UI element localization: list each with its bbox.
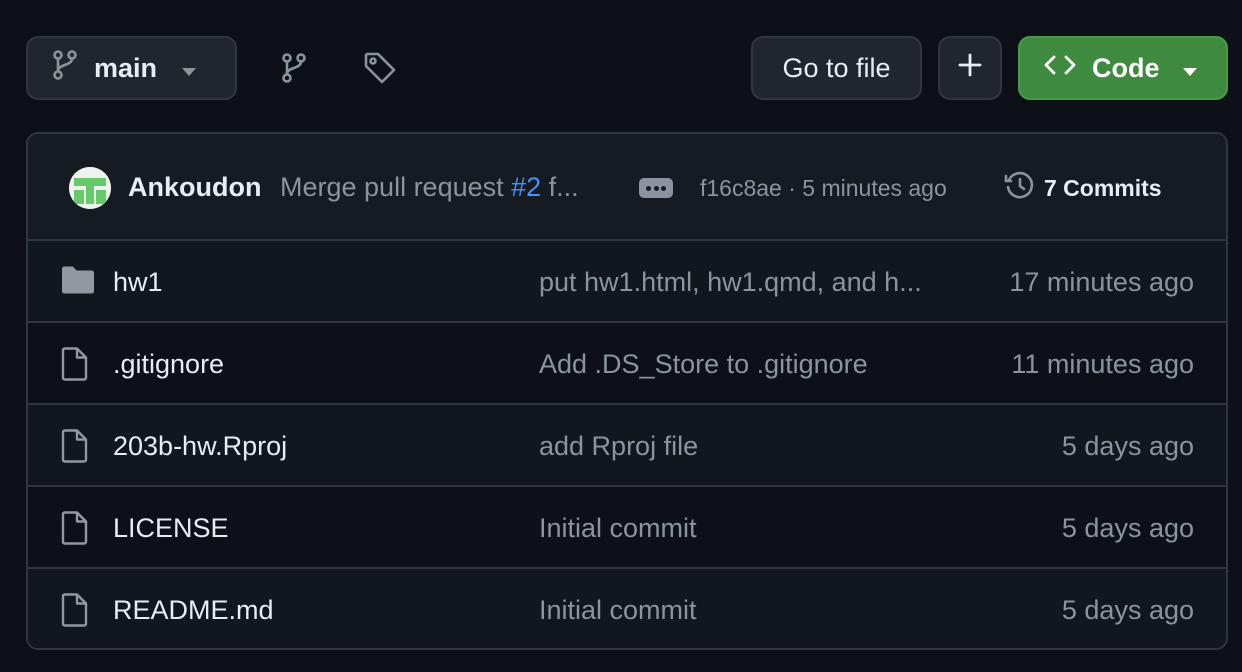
avatar[interactable] bbox=[69, 167, 111, 209]
pr-link[interactable]: #2 bbox=[511, 172, 541, 202]
ellipsis-icon bbox=[645, 185, 651, 191]
commit-message-suffix: f... bbox=[541, 172, 579, 202]
code-icon bbox=[1044, 53, 1076, 84]
file-name[interactable]: 203b-hw.Rproj bbox=[113, 431, 287, 462]
git-branch-icon bbox=[52, 49, 78, 87]
ellipsis-dot bbox=[653, 185, 659, 191]
branch-name: main bbox=[94, 52, 158, 83]
commit-sha-time[interactable]: f16c8ae · 5 minutes ago bbox=[700, 175, 947, 202]
file-icon bbox=[60, 347, 96, 381]
file-row[interactable]: .gitignore Add .DS_Store to .gitignore 11 … bbox=[28, 323, 1226, 405]
file-icon bbox=[60, 429, 96, 463]
go-to-file-label: Go to file bbox=[782, 52, 891, 83]
file-name[interactable]: README.md bbox=[113, 595, 274, 626]
file-browser: Ankoudon Merge pull request #2 f... f16c… bbox=[26, 132, 1228, 650]
commit-count: 7 Commits bbox=[1044, 175, 1162, 201]
file-commit-time: 11 minutes ago bbox=[1011, 349, 1194, 379]
file-name[interactable]: .gitignore bbox=[113, 349, 224, 380]
triangle-down-icon bbox=[181, 53, 197, 84]
commit-author[interactable]: Ankoudon bbox=[128, 172, 261, 203]
file-name[interactable]: hw1 bbox=[113, 267, 163, 298]
file-row[interactable]: LICENSE Initial commit 5 days ago bbox=[28, 487, 1226, 569]
expand-commit-button[interactable] bbox=[639, 178, 673, 198]
file-commit-time: 5 days ago bbox=[1061, 595, 1194, 625]
file-row[interactable]: README.md Initial commit 5 days ago bbox=[28, 569, 1226, 648]
file-commit-time: 17 minutes ago bbox=[1009, 267, 1194, 297]
branch-select-button[interactable]: main bbox=[26, 36, 237, 100]
folder-icon bbox=[60, 265, 96, 299]
file-list: hw1 put hw1.html, hw1.qmd, and h... 17 min… bbox=[28, 241, 1226, 648]
add-file-button[interactable] bbox=[938, 36, 1002, 100]
plus-icon bbox=[958, 53, 982, 84]
file-name[interactable]: LICENSE bbox=[113, 513, 229, 544]
file-commit-message[interactable]: Initial commit bbox=[539, 595, 943, 626]
repo-toolbar: main Go to file Code bbox=[0, 0, 1242, 136]
code-button[interactable]: Code bbox=[1018, 36, 1228, 100]
commit-history-link[interactable]: 7 Commits bbox=[1004, 170, 1162, 207]
file-icon bbox=[60, 593, 96, 627]
file-row[interactable]: hw1 put hw1.html, hw1.qmd, and h... 17 min… bbox=[28, 241, 1226, 323]
tag-icon[interactable] bbox=[360, 48, 400, 88]
file-commit-time: 5 days ago bbox=[1061, 431, 1194, 461]
latest-commit-bar: Ankoudon Merge pull request #2 f... f16c… bbox=[28, 134, 1226, 241]
commit-message[interactable]: Merge pull request #2 f... bbox=[280, 172, 610, 203]
commit-message-prefix: Merge pull request bbox=[280, 172, 512, 202]
go-to-file-button[interactable]: Go to file bbox=[751, 36, 922, 100]
triangle-down-icon bbox=[1182, 53, 1198, 84]
branches-icon[interactable] bbox=[274, 48, 314, 88]
file-commit-time: 5 days ago bbox=[1061, 513, 1194, 543]
file-row[interactable]: 203b-hw.Rproj add Rproj file 5 days ago bbox=[28, 405, 1226, 487]
code-label: Code bbox=[1092, 52, 1160, 83]
ellipsis-dot bbox=[661, 185, 667, 191]
file-commit-message[interactable]: Add .DS_Store to .gitignore bbox=[539, 349, 943, 380]
history-icon bbox=[1004, 170, 1036, 207]
file-commit-message[interactable]: put hw1.html, hw1.qmd, and h... bbox=[539, 267, 943, 298]
file-commit-message[interactable]: Initial commit bbox=[539, 513, 943, 544]
file-commit-message[interactable]: add Rproj file bbox=[539, 431, 943, 462]
file-icon bbox=[60, 511, 96, 545]
